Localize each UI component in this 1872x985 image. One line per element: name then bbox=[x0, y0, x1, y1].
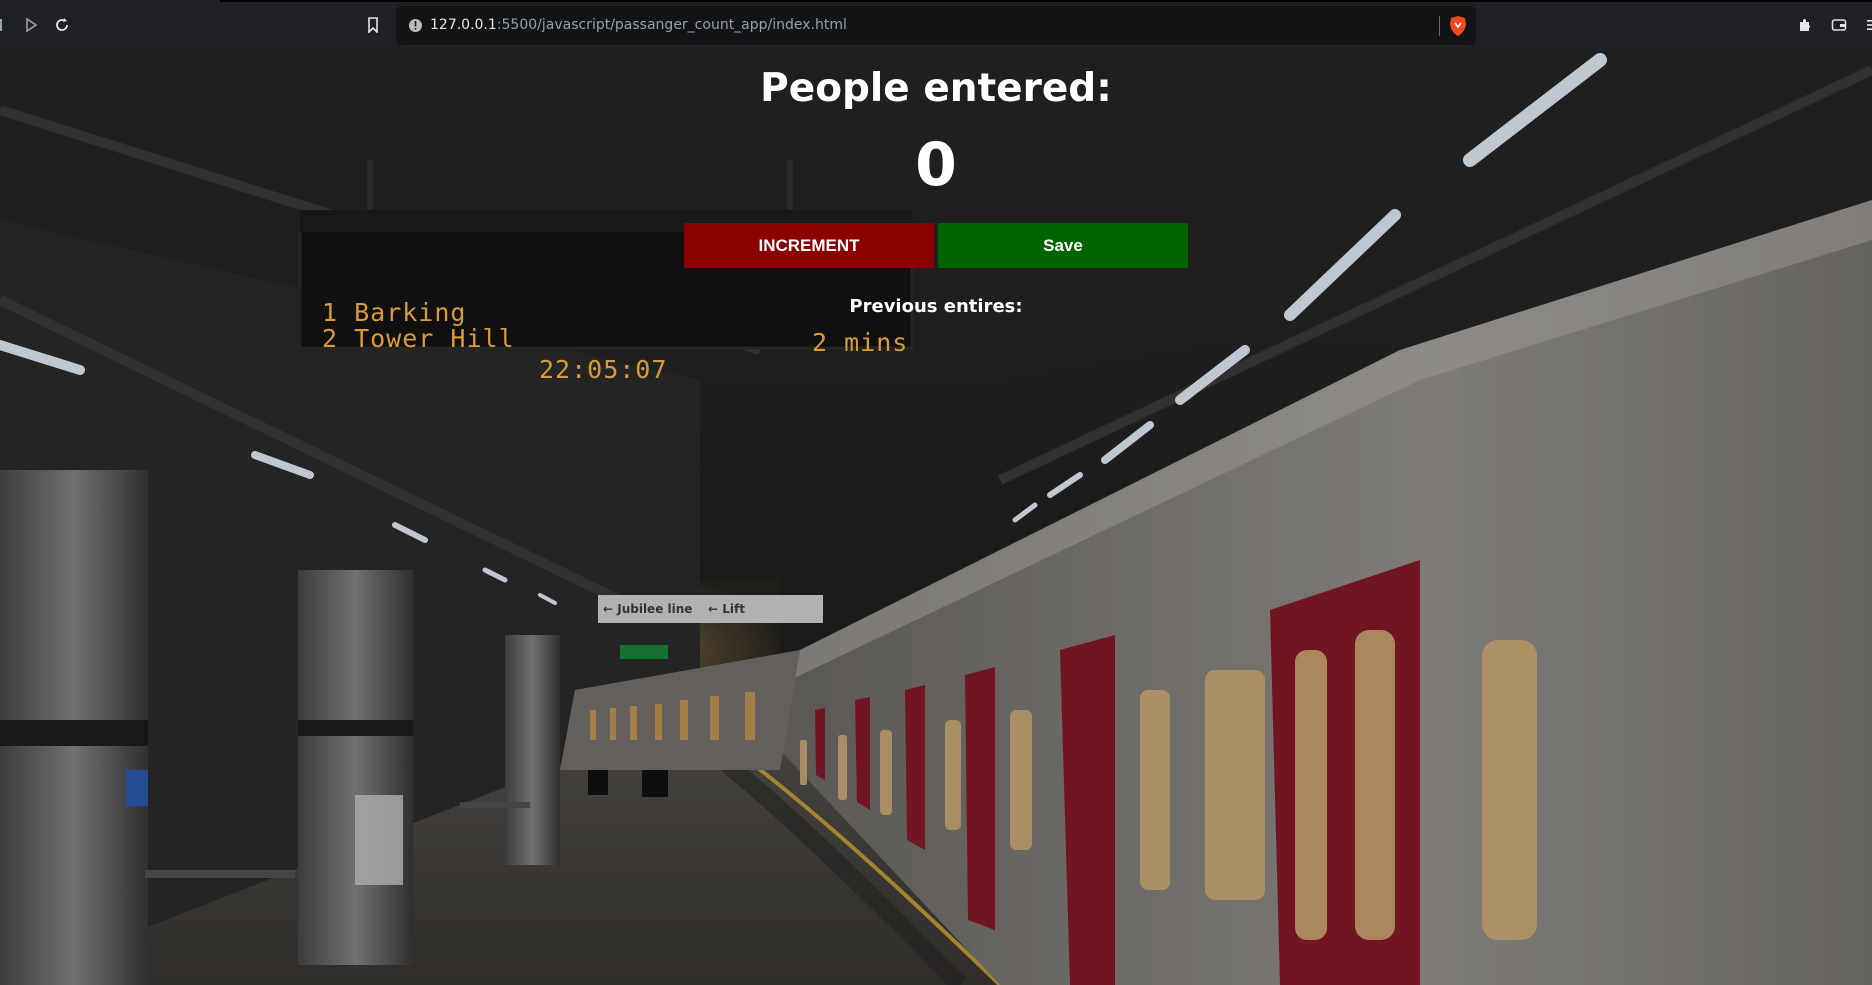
save-button[interactable]: Save bbox=[938, 223, 1188, 268]
wallet-icon[interactable] bbox=[1828, 14, 1850, 36]
menu-icon[interactable] bbox=[1860, 14, 1872, 36]
page-title: People entered: bbox=[760, 66, 1112, 111]
previous-entries-label: Previous entires: bbox=[849, 296, 1023, 317]
increment-button[interactable]: INCREMENT bbox=[684, 223, 934, 268]
tab-strip-edge bbox=[220, 0, 1872, 2]
address-separator bbox=[1439, 16, 1440, 36]
url-path: :5500/javascript/passanger_count_app/ind… bbox=[496, 17, 847, 33]
url-host: 127.0.0.1 bbox=[430, 17, 497, 33]
reload-icon[interactable] bbox=[51, 14, 73, 36]
browser-toolbar: 127.0.0.1:5500/javascript/passanger_coun… bbox=[0, 0, 1872, 51]
brave-shields-icon[interactable] bbox=[1448, 15, 1468, 37]
count-display: 0 bbox=[915, 130, 957, 200]
url-text[interactable]: 127.0.0.1:5500/javascript/passanger_coun… bbox=[430, 17, 847, 33]
extensions-icon[interactable] bbox=[1794, 14, 1816, 36]
passenger-counter-app: People entered: 0 INCREMENT Save Previou… bbox=[0, 50, 1872, 985]
forward-icon[interactable] bbox=[20, 14, 42, 36]
bookmark-icon[interactable] bbox=[362, 14, 384, 36]
address-bar[interactable]: 127.0.0.1:5500/javascript/passanger_coun… bbox=[396, 6, 1476, 45]
back-button[interactable] bbox=[0, 14, 16, 36]
site-info-icon[interactable] bbox=[408, 18, 423, 33]
